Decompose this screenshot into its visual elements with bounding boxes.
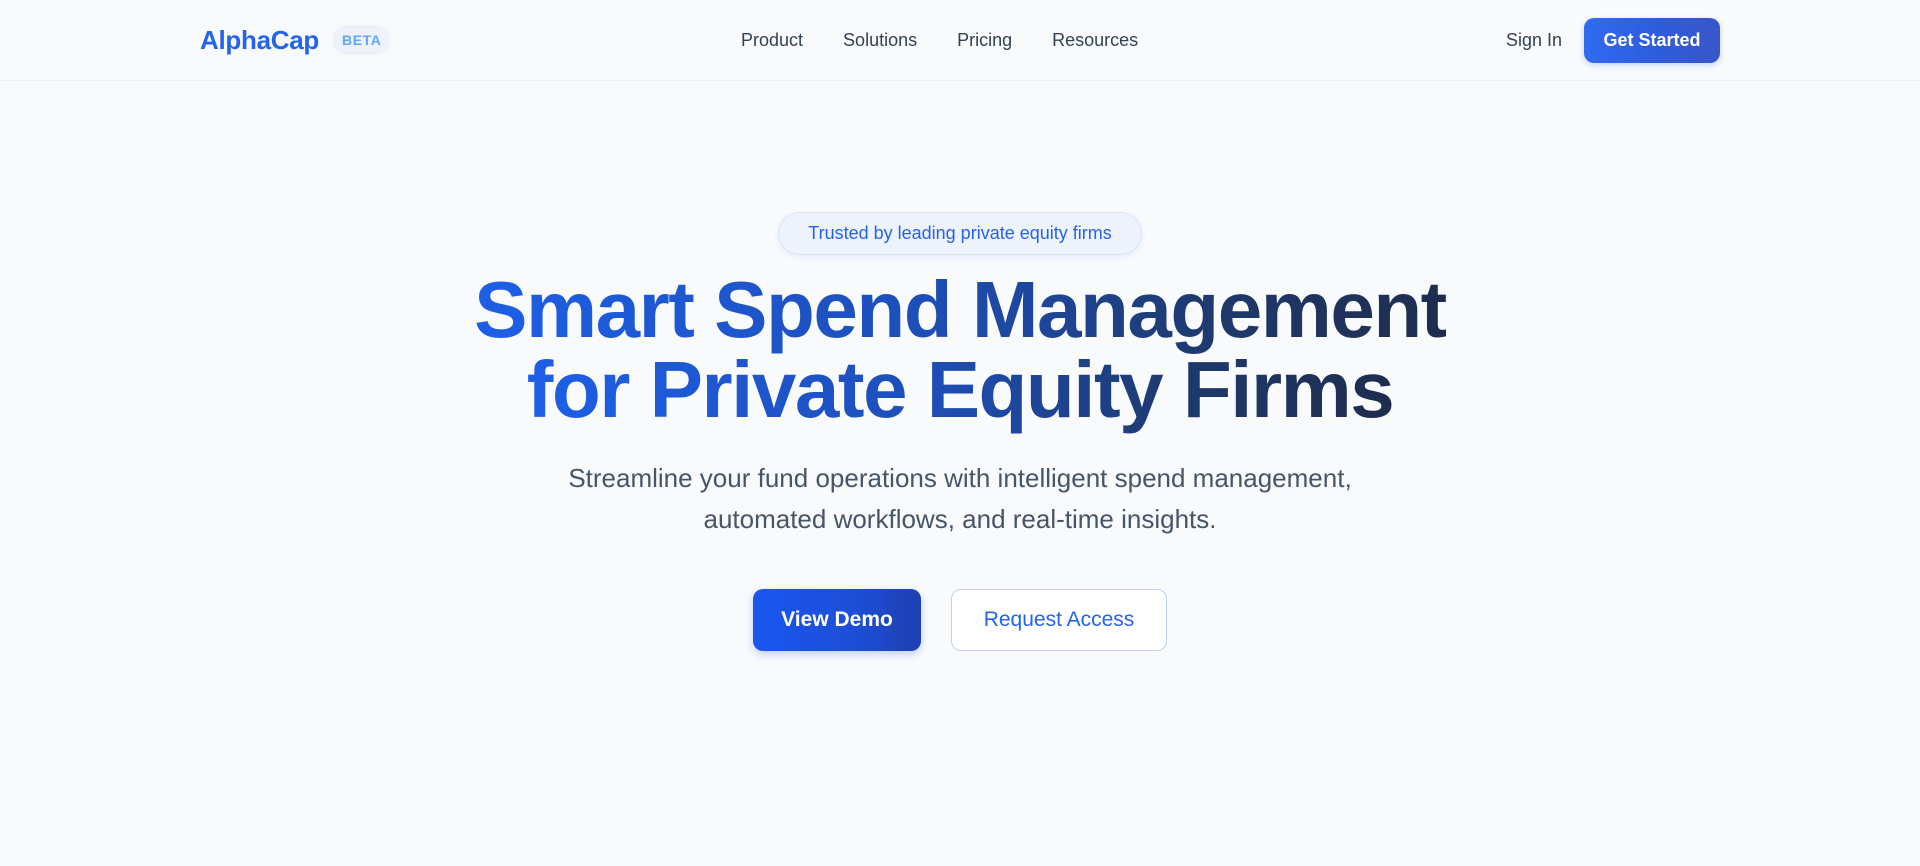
request-access-button[interactable]: Request Access: [951, 589, 1167, 651]
get-started-button[interactable]: Get Started: [1584, 18, 1720, 63]
beta-badge: BETA: [332, 25, 392, 55]
brand-logo[interactable]: AlphaCap: [200, 24, 319, 56]
hero-subtitle: Streamline your fund operations with int…: [0, 458, 1920, 540]
headline-line-2: for Private Equity Firms: [526, 345, 1395, 434]
top-navbar: AlphaCap BETA Product Solutions Pricing …: [0, 0, 1920, 81]
headline-line-1: Smart Spend Management: [474, 265, 1447, 354]
nav-link-product[interactable]: Product: [741, 28, 803, 52]
hero-headline: Smart Spend Management for Private Equit…: [0, 270, 1920, 430]
sign-in-link[interactable]: Sign In: [1506, 28, 1562, 52]
nav-link-resources[interactable]: Resources: [1052, 28, 1138, 52]
main-nav: Product Solutions Pricing Resources: [741, 28, 1138, 52]
view-demo-button[interactable]: View Demo: [753, 589, 921, 651]
nav-link-pricing[interactable]: Pricing: [957, 28, 1012, 52]
subtitle-line-1: Streamline your fund operations with int…: [568, 463, 1352, 493]
subtitle-line-2: automated workflows, and real-time insig…: [703, 504, 1217, 534]
nav-link-solutions[interactable]: Solutions: [843, 28, 917, 52]
trust-badge: Trusted by leading private equity firms: [778, 212, 1142, 255]
